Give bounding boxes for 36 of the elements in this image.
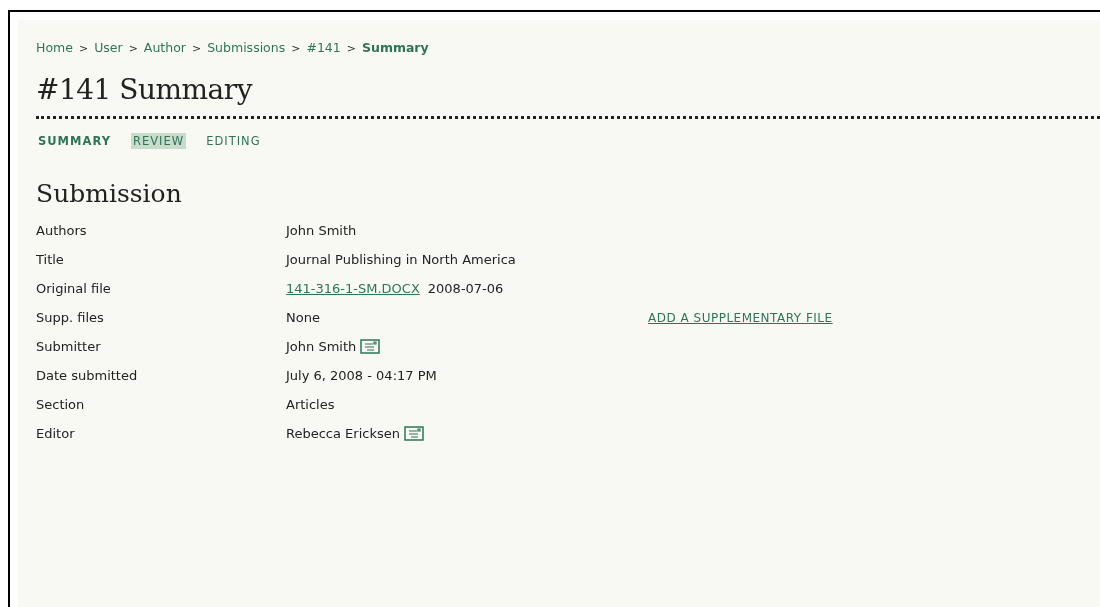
envelope-icon[interactable] (360, 339, 381, 354)
field-value: John Smith (286, 223, 357, 238)
field-label: Section (36, 397, 86, 412)
breadcrumb-link[interactable]: Summary (362, 40, 429, 55)
tab[interactable]: EDITING (204, 133, 263, 149)
file-link[interactable]: 141-316-1-SM.DOCX (286, 281, 420, 296)
field-value: Journal Publishing in North America (286, 252, 516, 267)
envelope-icon[interactable] (403, 426, 424, 441)
section-title: Submission (36, 179, 183, 208)
breadcrumb-separator: > (291, 42, 301, 55)
field-label: Supp. files (36, 310, 105, 325)
field-label: Authors (36, 223, 88, 238)
field-value: None (286, 310, 320, 325)
field-value: July 6, 2008 - 04:17 PM (286, 368, 437, 383)
field-label: Submitter (36, 339, 102, 354)
page-title: #141 Summary (36, 73, 254, 106)
field-label: Date submitted (36, 368, 139, 383)
tab[interactable]: SUMMARY (36, 133, 113, 149)
file-date: 2008-07-06 (427, 281, 504, 296)
field-value: John Smith (286, 339, 357, 354)
breadcrumb-separator: > (191, 42, 202, 55)
field-label: Original file (36, 281, 112, 296)
breadcrumb-link[interactable]: Home (36, 40, 73, 55)
field-label: Title (36, 252, 65, 267)
field-value: Rebecca Ericksen (286, 426, 400, 441)
field-label: Editor (36, 426, 76, 441)
breadcrumb-separator: > (346, 42, 356, 55)
field-value: Articles (286, 397, 335, 412)
breadcrumb-link[interactable]: User (94, 40, 123, 55)
breadcrumb-link[interactable]: Submissions (207, 40, 286, 55)
breadcrumb-separator: > (128, 42, 138, 55)
tab[interactable]: REVIEW (130, 133, 187, 149)
breadcrumb-link[interactable]: #141 (306, 40, 341, 55)
breadcrumb-separator: > (78, 42, 89, 55)
add-file-link[interactable]: ADD A SUPPLEMENTARY FILE (648, 310, 833, 325)
breadcrumb-link[interactable]: Author (143, 40, 186, 55)
